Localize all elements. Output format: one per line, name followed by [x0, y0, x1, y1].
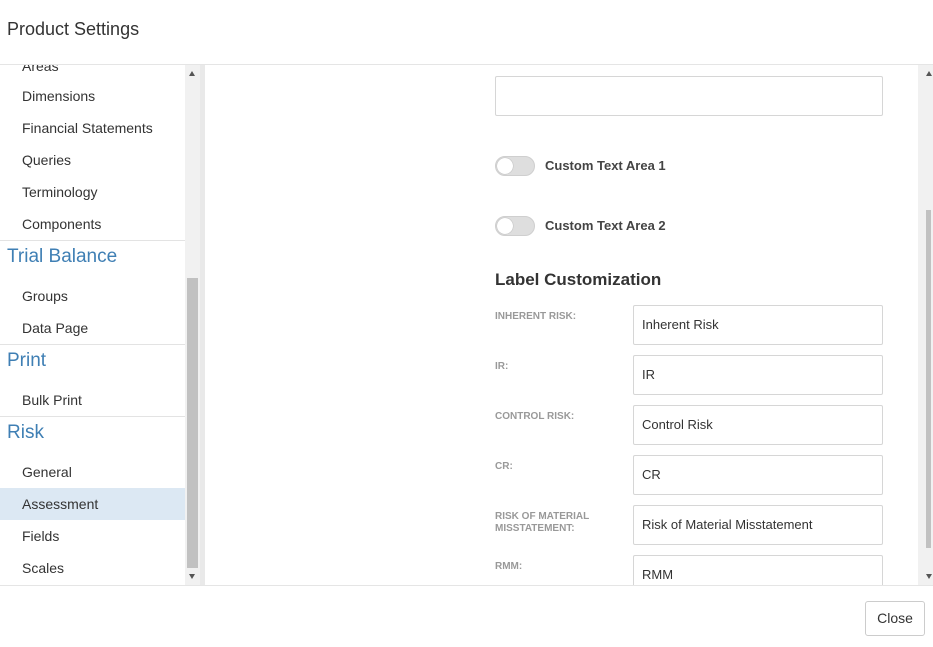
dialog-title: Product Settings — [7, 19, 140, 39]
sidebar-item-label: Queries — [22, 152, 72, 168]
custom-text-area-2-toggle[interactable] — [495, 216, 535, 236]
sidebar-section-print: Print — [0, 344, 185, 376]
sidebar-item-scales[interactable]: Scales — [0, 552, 185, 584]
sidebar-item-groups[interactable]: Groups — [0, 280, 185, 312]
sidebar-item-label: Bulk Print — [22, 392, 82, 408]
sidebar-section-risk: Risk — [0, 416, 185, 448]
sidebar-item-label: Financial Statements — [22, 120, 153, 136]
rmm-input[interactable]: RMM — [633, 555, 883, 585]
toggle-knob — [497, 158, 513, 174]
toggle-knob — [497, 218, 513, 234]
sidebar-item-label: General — [22, 464, 72, 480]
content-scrollbar-thumb[interactable] — [926, 210, 931, 548]
sidebar-item-label: Terminology — [22, 184, 98, 200]
custom-text-area-1-toggle[interactable] — [495, 156, 535, 176]
rmm-label: RMM: — [495, 561, 523, 572]
dialog-header: Product Settings — [0, 0, 933, 65]
sidebar-item-dimensions[interactable]: Dimensions — [0, 80, 185, 112]
sidebar-item-financial-statements[interactable]: Financial Statements — [0, 112, 185, 144]
content-scrollbar[interactable] — [918, 65, 933, 585]
ir-label: IR: — [495, 361, 509, 372]
sidebar-item-label: Data Page — [22, 320, 89, 336]
sidebar-scrollbar-thumb[interactable] — [187, 278, 198, 568]
label-customization-heading: Label Customization — [495, 270, 662, 289]
sidebar-section-trial-balance: Trial Balance — [0, 240, 185, 272]
risk-of-material-misstatement-input[interactable]: Risk of Material Misstatement — [633, 505, 883, 545]
scroll-up-arrow-icon[interactable] — [926, 71, 932, 76]
sidebar-item-assessment[interactable]: Assessment — [0, 488, 185, 520]
close-button[interactable]: Close — [865, 601, 925, 636]
sidebar-item-general[interactable]: General — [0, 456, 185, 488]
ir-input[interactable]: IR — [633, 355, 883, 395]
sidebar-item-label: Assessment — [22, 496, 99, 512]
sidebar-item-fields[interactable]: Fields — [0, 520, 185, 552]
scroll-down-arrow-icon[interactable] — [926, 574, 932, 579]
sidebar-item-label: Dimensions — [22, 88, 96, 104]
control-risk-input[interactable]: Control Risk — [633, 405, 883, 445]
sidebar-scrollbar[interactable] — [185, 65, 200, 585]
sidebar-item-bulk-print[interactable]: Bulk Print — [0, 384, 185, 416]
sidebar-item-label: Groups — [22, 288, 68, 304]
sidebar-item-terminology[interactable]: Terminology — [0, 176, 185, 208]
sidebar-item-components[interactable]: Components — [0, 208, 185, 240]
cr-input[interactable]: CR — [633, 455, 883, 495]
scroll-down-arrow-icon[interactable] — [189, 574, 195, 579]
risk-of-material-misstatement-label: RISK OF MATERIAL MISSTATEMENT: — [495, 511, 590, 534]
sidebar-item-data-page[interactable]: Data Page — [0, 312, 185, 344]
sidebar-item-label: Scales — [22, 560, 65, 576]
settings-content: Custom Text Area 1 Custom Text Area 2 La… — [205, 65, 918, 585]
cr-label: CR: — [495, 461, 513, 472]
inherent-risk-input[interactable]: Inherent Risk — [633, 305, 883, 345]
control-risk-label: CONTROL RISK: — [495, 411, 575, 422]
custom-text-input[interactable] — [495, 76, 883, 116]
custom-text-area-1-label: Custom Text Area 1 — [545, 158, 666, 173]
dialog-footer: Close — [0, 585, 933, 647]
settings-sidebar: Areas Dimensions Financial Statements Qu… — [0, 65, 185, 585]
custom-text-area-2-label: Custom Text Area 2 — [545, 218, 666, 233]
sidebar-item-label: Components — [22, 216, 102, 232]
scroll-up-arrow-icon[interactable] — [189, 71, 195, 76]
sidebar-item-queries[interactable]: Queries — [0, 144, 185, 176]
inherent-risk-label: INHERENT RISK: — [495, 311, 577, 322]
sidebar-item-label: Areas — [22, 65, 59, 74]
sidebar-item-label: Fields — [22, 528, 60, 544]
